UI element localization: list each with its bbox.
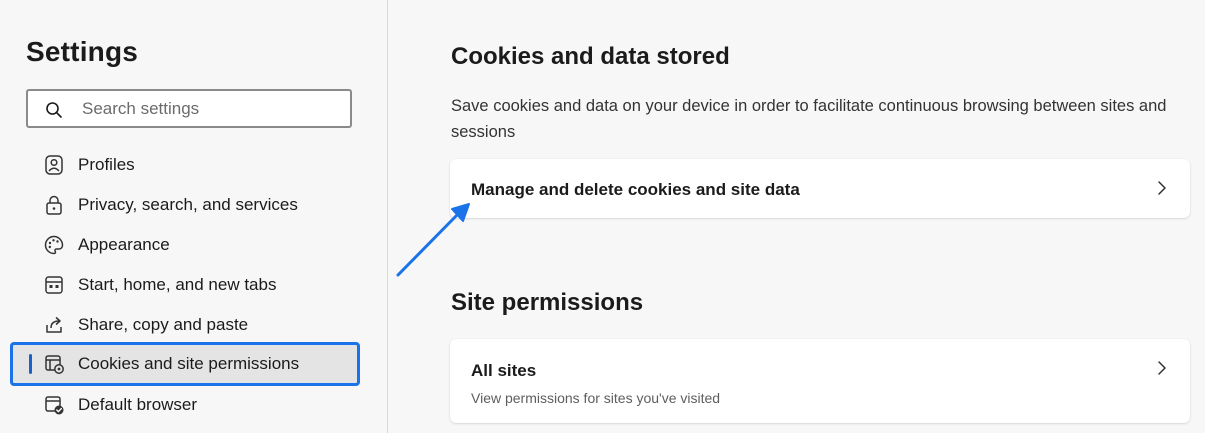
annotation-arrow-icon bbox=[396, 203, 470, 277]
search-icon bbox=[46, 102, 62, 118]
sidebar-item-share[interactable]: Share, copy and paste bbox=[12, 305, 358, 345]
default-browser-icon bbox=[45, 396, 64, 415]
settings-sidebar: Settings Profiles Privacy, search, and s… bbox=[0, 0, 388, 433]
sidebar-item-label: Appearance bbox=[78, 235, 170, 254]
all-sites-sublabel: View permissions for sites you've visite… bbox=[471, 390, 721, 406]
sidebar-item-appearance[interactable]: Appearance bbox=[12, 225, 358, 265]
palette-icon bbox=[44, 235, 64, 255]
sidebar-item-label: Share, copy and paste bbox=[78, 315, 249, 334]
search-box[interactable] bbox=[26, 89, 352, 128]
profile-icon bbox=[45, 155, 63, 175]
sidebar-item-label: Default browser bbox=[78, 395, 198, 414]
manage-cookies-card[interactable]: Manage and delete cookies and site data bbox=[450, 159, 1190, 218]
sidebar-item-profiles[interactable]: Profiles bbox=[12, 145, 358, 185]
cookies-section-description: Save cookies and data on your device in … bbox=[451, 97, 1167, 141]
sidebar-item-privacy[interactable]: Privacy, search, and services bbox=[12, 185, 358, 225]
sidebar-item-label: Profiles bbox=[78, 155, 135, 174]
all-sites-card[interactable]: All sites View permissions for sites you… bbox=[450, 339, 1190, 423]
sidebar-item-start-home[interactable]: Start, home, and new tabs bbox=[12, 265, 358, 305]
permissions-section-title: Site permissions bbox=[451, 289, 644, 316]
manage-cookies-label: Manage and delete cookies and site data bbox=[471, 180, 800, 199]
chevron-right-icon bbox=[1158, 181, 1166, 195]
sidebar-item-cookies[interactable]: Cookies and site permissions bbox=[10, 342, 360, 386]
sidebar-item-default-browser[interactable]: Default browser bbox=[12, 385, 358, 425]
search-input[interactable] bbox=[82, 97, 342, 121]
share-icon bbox=[46, 316, 62, 333]
sidebar-item-label: Privacy, search, and services bbox=[78, 195, 298, 214]
cookies-section-title: Cookies and data stored bbox=[451, 43, 730, 70]
chevron-right-icon bbox=[1158, 361, 1166, 375]
active-indicator bbox=[29, 354, 32, 374]
sidebar-item-label: Start, home, and new tabs bbox=[78, 275, 277, 294]
settings-main: Cookies and data stored Save cookies and… bbox=[388, 0, 1205, 433]
cookie-settings-icon bbox=[45, 355, 64, 374]
all-sites-label: All sites bbox=[471, 361, 537, 380]
browser-window-icon bbox=[45, 276, 63, 294]
sidebar-item-label: Cookies and site permissions bbox=[78, 354, 300, 373]
sidebar-title: Settings bbox=[26, 36, 139, 67]
lock-icon bbox=[46, 195, 62, 215]
